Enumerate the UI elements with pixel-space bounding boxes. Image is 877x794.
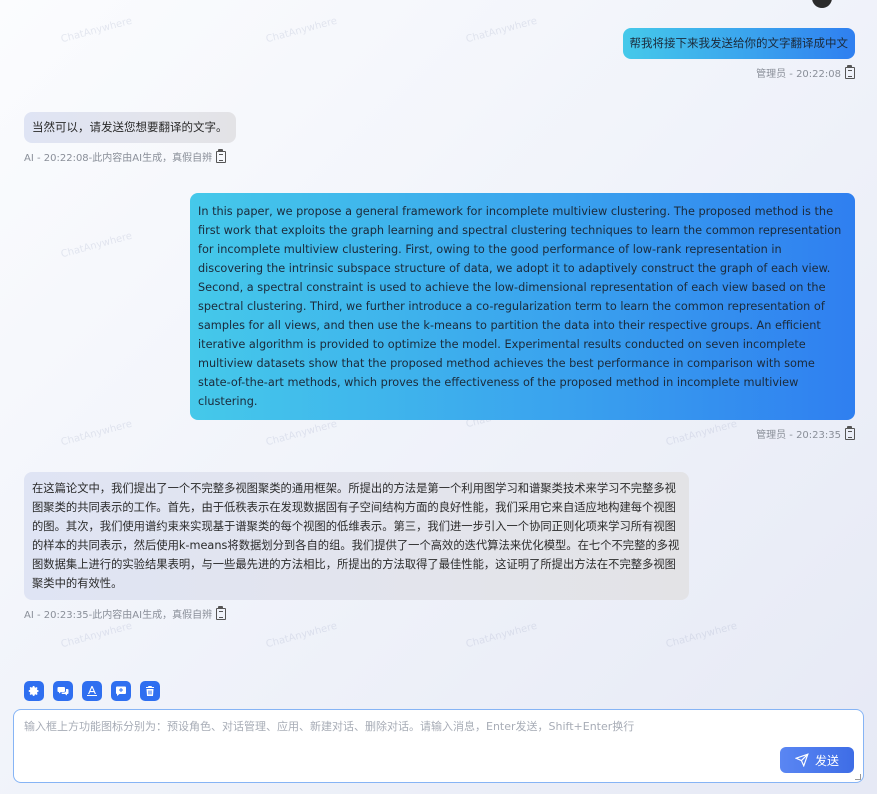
watermark: ChatAnywhere — [59, 15, 134, 46]
user-message-bubble[interactable]: In this paper, we propose a general fram… — [190, 193, 855, 420]
message-input[interactable] — [14, 710, 863, 782]
ai-message-bubble[interactable]: 在这篇论文中，我们提出了一个不完整多视图聚类的通用框架。所提出的方法是第一个利用… — [24, 472, 689, 600]
ai-message: 在这篇论文中，我们提出了一个不完整多视图聚类的通用框架。所提出的方法是第一个利用… — [24, 472, 689, 621]
user-message-bubble[interactable]: 帮我将接下来我发送给你的文字翻译成中文 — [622, 28, 855, 59]
send-button-label: 发送 — [814, 753, 839, 768]
user-message: In this paper, we propose a general fram… — [190, 193, 855, 441]
copy-icon[interactable] — [216, 605, 227, 620]
delete-icon — [146, 686, 154, 696]
ai-message: 当然可以，请发送您想要翻译的文字。 AI - 20:22:08-此内容由AI生成… — [24, 112, 236, 164]
send-button[interactable]: 发送 — [780, 747, 854, 773]
message-meta: 管理员 - 20:22:08 — [623, 64, 855, 80]
watermark: ChatAnywhere — [59, 230, 134, 261]
avatar[interactable] — [812, 0, 832, 8]
watermark: ChatAnywhere — [59, 418, 134, 449]
message-timestamp: AI - 20:23:35-此内容由AI生成，真假自辨 — [24, 610, 213, 621]
chat-manage-icon — [57, 687, 69, 696]
watermark: ChatAnywhere — [464, 620, 539, 651]
new-chat-icon — [116, 686, 126, 696]
gear-icon — [28, 686, 39, 696]
message-timestamp: 管理员 - 20:22:08 — [756, 69, 841, 80]
new-chat-button[interactable] — [111, 681, 131, 701]
chat-manage-button[interactable] — [53, 681, 73, 701]
watermark: ChatAnywhere — [59, 620, 134, 651]
input-toolbar — [24, 681, 160, 701]
chat-page: ChatAnywhere ChatAnywhere ChatAnywhere C… — [0, 0, 877, 794]
copy-icon[interactable] — [845, 425, 855, 440]
delete-chat-button[interactable] — [140, 681, 160, 701]
resize-handle[interactable] — [855, 774, 861, 780]
preset-role-button[interactable] — [24, 681, 44, 701]
copy-icon[interactable] — [845, 64, 855, 79]
ai-message-bubble[interactable]: 当然可以，请发送您想要翻译的文字。 — [24, 112, 236, 143]
copy-icon[interactable] — [216, 148, 227, 163]
message-timestamp: 管理员 - 20:23:35 — [756, 430, 841, 441]
watermark: ChatAnywhere — [664, 620, 739, 651]
message-input-box: 发送 — [13, 709, 864, 783]
message-timestamp: AI - 20:22:08-此内容由AI生成，真假自辨 — [24, 153, 213, 164]
user-message: 帮我将接下来我发送给你的文字翻译成中文 管理员 - 20:22:08 — [622, 28, 855, 80]
message-meta: AI - 20:23:35-此内容由AI生成，真假自辨 — [24, 605, 689, 621]
send-icon — [794, 753, 809, 767]
watermark: ChatAnywhere — [464, 15, 539, 46]
watermark: ChatAnywhere — [264, 620, 339, 651]
app-button[interactable] — [82, 681, 102, 701]
message-meta: 管理员 - 20:23:35 — [190, 425, 855, 441]
app-icon — [87, 686, 97, 696]
message-meta: AI - 20:22:08-此内容由AI生成，真假自辨 — [24, 148, 236, 164]
watermark: ChatAnywhere — [264, 15, 339, 46]
